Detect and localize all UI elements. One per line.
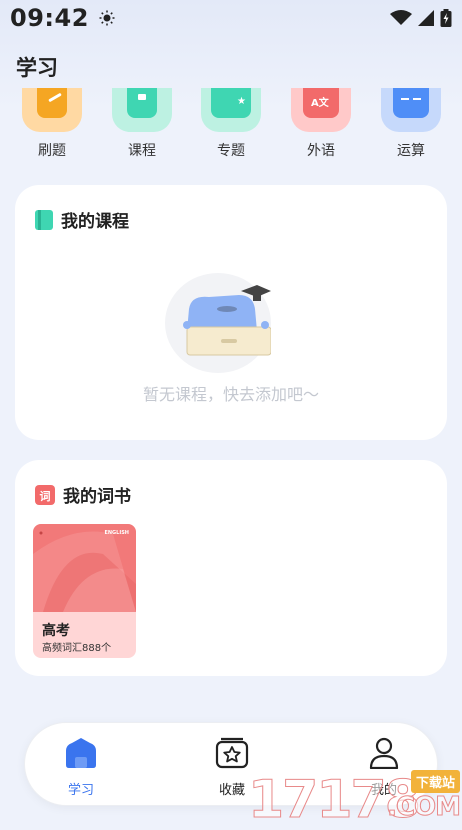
watermark-badge: 下载站 bbox=[410, 770, 460, 793]
weather-sun-icon bbox=[99, 10, 115, 26]
user-icon bbox=[369, 737, 399, 770]
site-watermark: 17178 下载站 .COM bbox=[248, 770, 462, 830]
battery-charging-icon bbox=[440, 9, 452, 27]
language-bubble-icon: A文 bbox=[291, 88, 351, 132]
shortcut-label: 课程 bbox=[128, 143, 156, 159]
shortcut-label: 外语 bbox=[307, 143, 335, 159]
empty-courses-text: 暂无课程，快去添加吧～ bbox=[142, 385, 319, 404]
pencil-book-icon bbox=[22, 88, 82, 132]
course-icon bbox=[112, 88, 172, 132]
book-title: 高考 bbox=[42, 623, 70, 639]
my-wordbooks-title: 我的词书 bbox=[63, 487, 131, 507]
shortcut-courses[interactable]: 课程 bbox=[107, 88, 177, 160]
shortcut-topics[interactable]: ★ 专题 bbox=[196, 88, 266, 160]
book-subtitle: 高频词汇888个 bbox=[42, 643, 112, 654]
star-folder-icon bbox=[215, 737, 249, 769]
shortcut-language[interactable]: A文 外语 bbox=[286, 88, 356, 160]
wordbook-item[interactable]: ENGLISH 高考 高频词汇888个 bbox=[33, 524, 136, 658]
shortcut-label: 刷题 bbox=[38, 143, 66, 159]
shortcut-grid: 刷题 课程 ★ 专题 A文 外语 运算 bbox=[0, 88, 462, 163]
nav-tab-study[interactable]: 学习 bbox=[46, 737, 116, 798]
calculator-icon bbox=[381, 88, 441, 132]
my-courses-card: 我的课程 暂无课程，快去添加吧～ bbox=[15, 185, 447, 440]
svg-text:词: 词 bbox=[40, 490, 51, 503]
course-book-icon bbox=[35, 209, 53, 230]
nav-label: 学习 bbox=[67, 783, 94, 798]
my-wordbooks-header: 词 我的词书 bbox=[35, 482, 131, 507]
status-icons bbox=[390, 9, 452, 27]
my-courses-title: 我的课程 bbox=[61, 212, 129, 232]
book-cover-art bbox=[33, 524, 136, 612]
watermark-suffix: .COM bbox=[387, 792, 462, 823]
shortcut-label: 运算 bbox=[397, 143, 425, 159]
home-icon bbox=[66, 738, 96, 768]
page-title: 学习 bbox=[16, 56, 58, 80]
topic-star-icon: ★ bbox=[201, 88, 261, 132]
cellular-signal-icon bbox=[418, 10, 434, 26]
shortcut-calculation[interactable]: 运算 bbox=[376, 88, 446, 160]
my-wordbooks-card: 词 我的词书 ENGLISH 高考 高频词汇888个 bbox=[15, 460, 447, 676]
status-bar: 09:42 bbox=[0, 0, 462, 36]
shortcut-practice[interactable]: 刷题 bbox=[17, 88, 87, 160]
wifi-icon bbox=[390, 10, 412, 25]
wordbook-icon: 词 bbox=[35, 484, 55, 505]
status-time: 09:42 bbox=[10, 4, 89, 32]
shortcut-label: 专题 bbox=[217, 143, 245, 159]
book-cover-tag: ENGLISH bbox=[104, 530, 129, 536]
my-courses-header: 我的课程 bbox=[35, 207, 129, 232]
empty-courses-illustration bbox=[165, 273, 271, 373]
